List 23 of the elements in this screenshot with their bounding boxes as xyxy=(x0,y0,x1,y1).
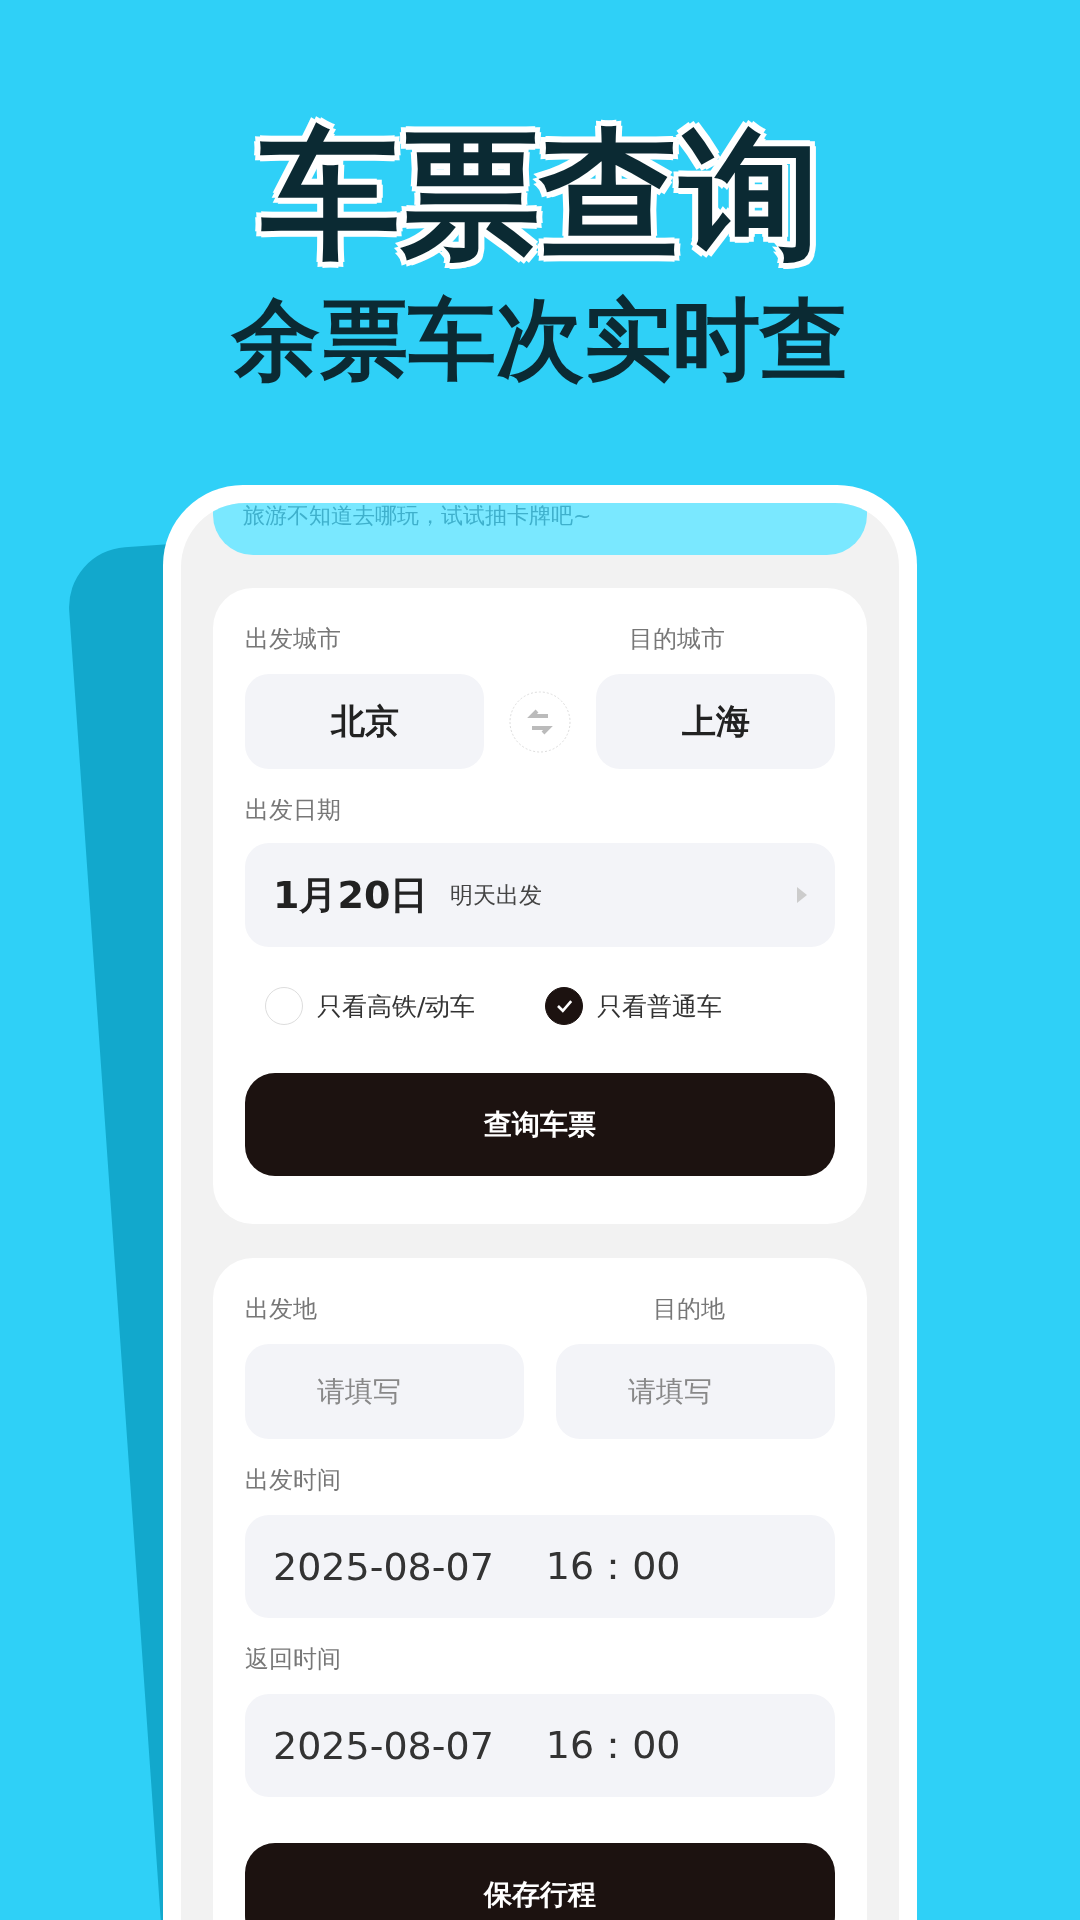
field-label: 出发日期 xyxy=(245,795,342,825)
save-button[interactable]: 保存行程 xyxy=(245,1843,835,1920)
field-label: 目的地 xyxy=(653,1294,725,1324)
date-field[interactable]: 1月20日 明天出发 xyxy=(245,843,835,947)
field-label: 出发时间 xyxy=(245,1465,342,1495)
time-field[interactable]: 2025-08-07 16：00 xyxy=(245,1694,835,1797)
field-label: 出发地 xyxy=(245,1294,317,1324)
input-field[interactable]: 请填写 xyxy=(556,1344,835,1439)
input-field[interactable]: 请填写 xyxy=(245,1344,524,1439)
field-label: 出发城市 xyxy=(245,624,341,654)
filter-option[interactable]: 只看高铁/动车 xyxy=(265,987,476,1025)
field-label: 返回时间 xyxy=(245,1644,342,1674)
checkbox[interactable] xyxy=(545,987,584,1025)
city-field[interactable]: 北京 xyxy=(245,674,484,769)
swap-icon[interactable] xyxy=(508,689,572,754)
headline-subtitle: 余票车次实时查 xyxy=(232,287,848,393)
search-button[interactable]: 查询车票 xyxy=(245,1073,835,1176)
time-field[interactable]: 2025-08-07 16：00 xyxy=(245,1515,835,1618)
filter-option[interactable]: 只看普通车 xyxy=(545,987,723,1025)
caret-icon xyxy=(797,887,807,903)
city-field[interactable]: 上海 xyxy=(596,674,835,769)
field-label: 目的城市 xyxy=(629,624,725,654)
banner-text: 旅游不知道去哪玩，试试抽卡牌吧~ xyxy=(243,503,592,529)
